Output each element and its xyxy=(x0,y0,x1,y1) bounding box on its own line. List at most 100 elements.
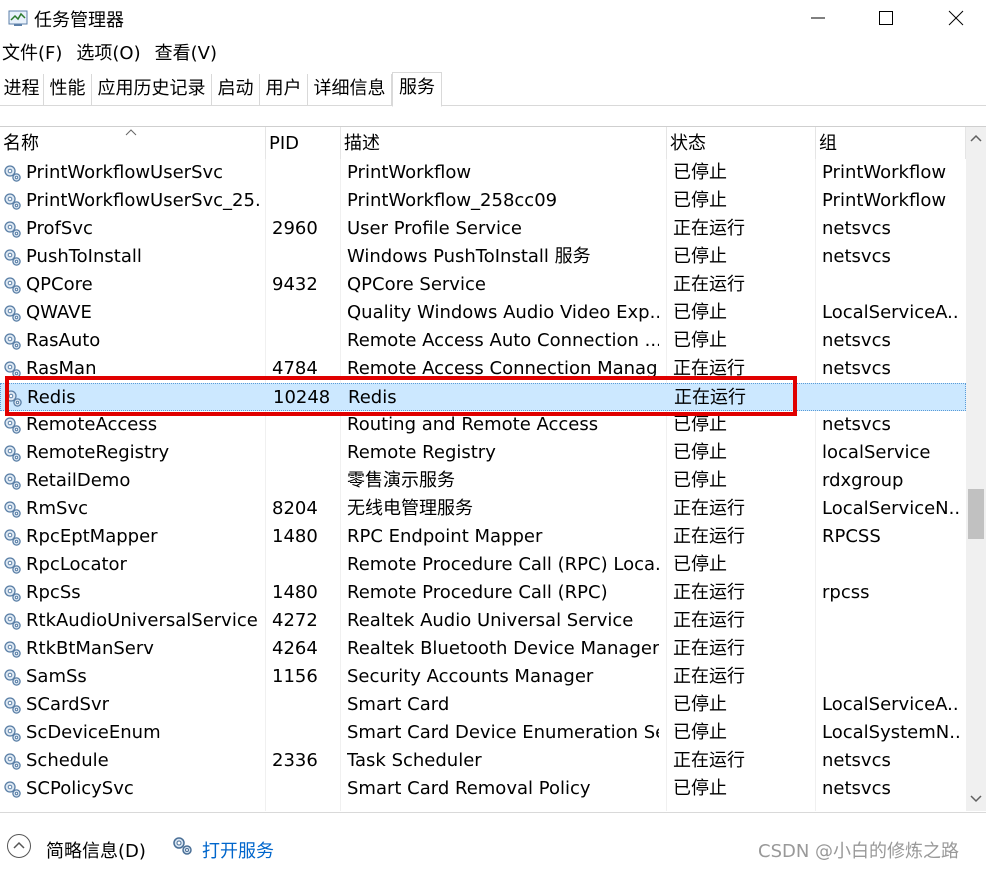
column-header-status[interactable]: 状态 xyxy=(667,127,816,159)
cell-pid xyxy=(272,775,338,803)
cell-name: RtkAudioUniversalService xyxy=(26,610,258,631)
scroll-down-button[interactable] xyxy=(966,788,986,810)
cell-group: LocalSystemN... xyxy=(822,722,960,743)
table-row[interactable]: RpcSs 1480 Remote Procedure Call (RPC) 正在运行… xyxy=(0,579,966,607)
tab-startup[interactable]: 启动 xyxy=(212,74,260,106)
vertical-scrollbar[interactable] xyxy=(966,127,986,811)
cell-description: User Profile Service xyxy=(347,218,522,239)
tab-users[interactable]: 用户 xyxy=(260,74,308,106)
tab-services[interactable]: 服务 xyxy=(392,72,442,107)
table-row[interactable]: RpcLocator Remote Procedure Call (RPC) Lo… xyxy=(0,551,966,579)
column-header-group[interactable]: 组 xyxy=(816,127,966,159)
table-row[interactable]: ProfSvc 2960 User Profile Service 正在运行 netsv… xyxy=(0,215,966,243)
maximize-icon xyxy=(879,11,893,25)
cell-group: LocalServiceA... xyxy=(822,694,960,715)
service-gear-icon xyxy=(4,249,21,266)
service-gear-icon xyxy=(4,613,21,630)
cell-group xyxy=(822,551,960,579)
service-gear-icon xyxy=(4,333,21,350)
tab-details[interactable]: 详细信息 xyxy=(308,74,392,106)
cell-description: Remote Access Connection Manag... xyxy=(347,358,659,379)
cell-group: PrintWorkflow xyxy=(822,162,947,183)
table-row[interactable]: RemoteRegistry Remote Registry 已停止 localSer… xyxy=(0,439,966,467)
cell-status: 已停止 xyxy=(673,778,727,799)
table-row[interactable]: SamSs 1156 Security Accounts Manager 正在运行 xyxy=(0,663,966,691)
minimize-button[interactable] xyxy=(788,0,848,36)
tab-app-history[interactable]: 应用历史记录 xyxy=(92,74,212,106)
close-button[interactable] xyxy=(926,0,986,36)
title-bar[interactable]: 任务管理器 xyxy=(0,0,986,36)
table-row[interactable]: RetailDemo 零售演示服务 已停止 rdxgroup xyxy=(0,467,966,495)
table-row[interactable]: Schedule 2336 Task Scheduler 正在运行 netsvcs xyxy=(0,747,966,775)
cell-group: netsvcs xyxy=(822,246,891,267)
cell-group: rdxgroup xyxy=(822,470,904,491)
cell-status: 已停止 xyxy=(673,414,727,435)
service-gear-icon xyxy=(4,529,21,546)
cell-status: 已停止 xyxy=(673,470,727,491)
cell-name: Schedule xyxy=(26,750,109,771)
menu-view[interactable]: 查看(V) xyxy=(153,40,221,70)
footer-bar: 简略信息(D) 打开服务 CSDN @小白的修炼之路 xyxy=(0,812,986,869)
task-manager-icon xyxy=(8,10,28,26)
cell-status: 正在运行 xyxy=(673,218,745,239)
table-row[interactable]: RmSvc 8204 无线电管理服务 正在运行 LocalServiceN... xyxy=(0,495,966,523)
cell-pid: 2960 xyxy=(272,218,318,239)
cell-group: netsvcs xyxy=(822,330,891,351)
scroll-up-button[interactable] xyxy=(966,127,986,149)
column-header-description[interactable]: 描述 xyxy=(341,127,667,159)
cell-pid xyxy=(272,299,338,327)
fewer-details-button[interactable]: 简略信息(D) xyxy=(46,837,146,863)
cell-status: 正在运行 xyxy=(673,498,745,519)
table-row[interactable]: RasMan 4784 Remote Access Connection Manag… xyxy=(0,355,966,383)
cell-status: 已停止 xyxy=(673,442,727,463)
cell-pid: 1480 xyxy=(272,526,318,547)
cell-status: 已停止 xyxy=(673,694,727,715)
cell-description: Realtek Bluetooth Device Manager... xyxy=(347,638,659,659)
table-row[interactable]: PrintWorkflowUserSvc PrintWorkflow 已停止 Prin… xyxy=(0,159,966,187)
scrollbar-thumb[interactable] xyxy=(968,489,984,539)
menu-options[interactable]: 选项(O) xyxy=(74,40,144,70)
table-row[interactable]: PrintWorkflowUserSvc_25... PrintWorkflow_… xyxy=(0,187,966,215)
table-row[interactable]: QWAVE Quality Windows Audio Video Exp... 已… xyxy=(0,299,966,327)
cell-name: RemoteAccess xyxy=(26,414,158,435)
column-header-pid[interactable]: PID xyxy=(266,127,341,159)
cell-name: RemoteRegistry xyxy=(26,442,170,463)
service-gear-icon xyxy=(4,277,21,294)
maximize-button[interactable] xyxy=(856,0,916,36)
cell-name: RmSvc xyxy=(26,498,89,519)
service-gear-icon xyxy=(4,753,21,770)
cell-group: netsvcs xyxy=(822,414,891,435)
cell-pid: 4264 xyxy=(272,638,318,659)
cell-status: 已停止 xyxy=(673,330,727,351)
table-row[interactable]: RemoteAccess Routing and Remote Access 已停止… xyxy=(0,411,966,439)
chevron-up-circle-icon[interactable] xyxy=(6,833,32,859)
table-row[interactable]: RasAuto Remote Access Auto Connection ...… xyxy=(0,327,966,355)
open-services-link[interactable]: 打开服务 xyxy=(202,837,274,863)
cell-description: Remote Registry xyxy=(347,442,496,463)
chevron-up-icon xyxy=(970,134,982,142)
services-gear-icon[interactable] xyxy=(170,833,194,857)
cell-status: 正在运行 xyxy=(673,638,745,659)
table-row[interactable]: Redis 10248 Redis 正在运行 xyxy=(0,383,966,411)
cell-description: PrintWorkflow xyxy=(347,162,472,183)
cell-pid: 1156 xyxy=(272,666,318,687)
table-row[interactable]: RtkAudioUniversalService 4272 Realtek Audi… xyxy=(0,607,966,635)
services-table: 名称 PID 描述 状态 组 PrintWorkflowUserSvc Print… xyxy=(0,126,986,811)
cell-description: Task Scheduler xyxy=(347,750,482,771)
table-row[interactable]: QPCore 9432 QPCore Service 正在运行 xyxy=(0,271,966,299)
tab-performance[interactable]: 性能 xyxy=(44,74,92,106)
tab-processes[interactable]: 进程 xyxy=(0,74,44,106)
cell-status: 正在运行 xyxy=(673,358,745,379)
table-row[interactable]: SCPolicySvc Smart Card Removal Policy 已停止 n… xyxy=(0,775,966,803)
table-row[interactable]: SCardSvr Smart Card 已停止 LocalServiceA... xyxy=(0,691,966,719)
cell-description: Smart Card Removal Policy xyxy=(347,778,591,799)
cell-pid xyxy=(272,719,338,747)
table-row[interactable]: RtkBtManServ 4264 Realtek Bluetooth Device… xyxy=(0,635,966,663)
cell-name: RetailDemo xyxy=(26,470,131,491)
menu-file[interactable]: 文件(F) xyxy=(0,40,66,70)
cell-name: RpcSs xyxy=(26,582,81,603)
table-row[interactable]: PushToInstall Windows PushToInstall 服务 已停止… xyxy=(0,243,966,271)
table-row[interactable]: RpcEptMapper 1480 RPC Endpoint Mapper 正在运行 R… xyxy=(0,523,966,551)
table-row[interactable]: ScDeviceEnum Smart Card Device Enumeratio… xyxy=(0,719,966,747)
service-gear-icon xyxy=(4,445,21,462)
